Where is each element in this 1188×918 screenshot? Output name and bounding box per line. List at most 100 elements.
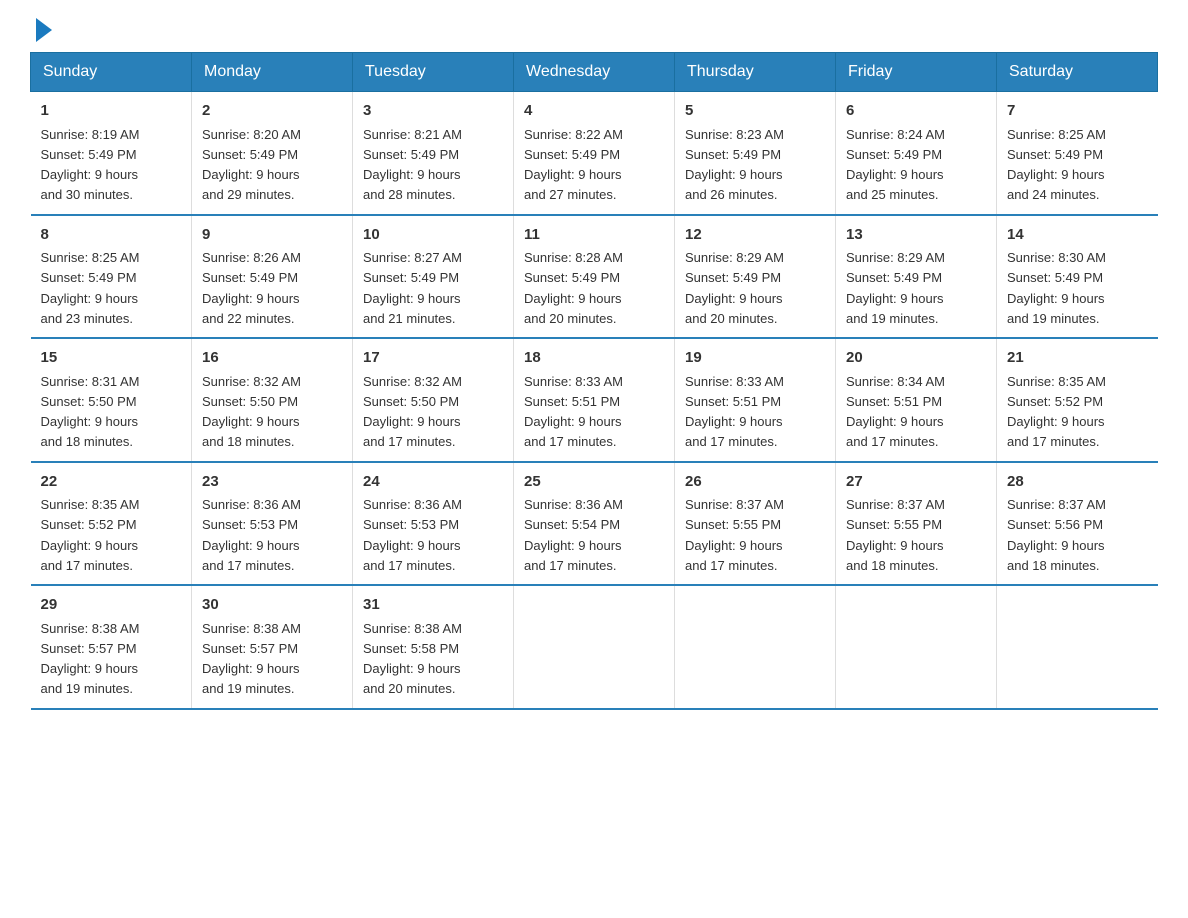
day-number: 11: [524, 224, 664, 247]
calendar-day-cell: 21 Sunrise: 8:35 AMSunset: 5:52 PMDaylig…: [997, 338, 1158, 462]
calendar-day-cell: 26 Sunrise: 8:37 AMSunset: 5:55 PMDaylig…: [675, 462, 836, 586]
day-info: Sunrise: 8:24 AMSunset: 5:49 PMDaylight:…: [846, 127, 945, 203]
day-number: 21: [1007, 347, 1148, 370]
day-number: 4: [524, 100, 664, 123]
day-info: Sunrise: 8:36 AMSunset: 5:54 PMDaylight:…: [524, 497, 623, 573]
calendar-day-cell: 13 Sunrise: 8:29 AMSunset: 5:49 PMDaylig…: [836, 215, 997, 339]
calendar-day-cell: 9 Sunrise: 8:26 AMSunset: 5:49 PMDayligh…: [192, 215, 353, 339]
calendar-day-cell: 29 Sunrise: 8:38 AMSunset: 5:57 PMDaylig…: [31, 585, 192, 709]
day-number: 3: [363, 100, 503, 123]
calendar-day-cell: 15 Sunrise: 8:31 AMSunset: 5:50 PMDaylig…: [31, 338, 192, 462]
day-of-week-header: Friday: [836, 53, 997, 92]
calendar-day-cell: 14 Sunrise: 8:30 AMSunset: 5:49 PMDaylig…: [997, 215, 1158, 339]
calendar-body: 1 Sunrise: 8:19 AMSunset: 5:49 PMDayligh…: [31, 92, 1158, 709]
day-number: 18: [524, 347, 664, 370]
day-info: Sunrise: 8:21 AMSunset: 5:49 PMDaylight:…: [363, 127, 462, 203]
day-info: Sunrise: 8:29 AMSunset: 5:49 PMDaylight:…: [846, 250, 945, 326]
day-number: 31: [363, 594, 503, 617]
day-number: 9: [202, 224, 342, 247]
calendar-day-cell: 11 Sunrise: 8:28 AMSunset: 5:49 PMDaylig…: [514, 215, 675, 339]
calendar-week-row: 1 Sunrise: 8:19 AMSunset: 5:49 PMDayligh…: [31, 92, 1158, 215]
calendar-day-cell: 31 Sunrise: 8:38 AMSunset: 5:58 PMDaylig…: [353, 585, 514, 709]
calendar-week-row: 22 Sunrise: 8:35 AMSunset: 5:52 PMDaylig…: [31, 462, 1158, 586]
day-info: Sunrise: 8:32 AMSunset: 5:50 PMDaylight:…: [363, 374, 462, 450]
day-number: 10: [363, 224, 503, 247]
day-number: 1: [41, 100, 182, 123]
days-of-week-row: SundayMondayTuesdayWednesdayThursdayFrid…: [31, 53, 1158, 92]
day-number: 19: [685, 347, 825, 370]
day-info: Sunrise: 8:37 AMSunset: 5:55 PMDaylight:…: [846, 497, 945, 573]
day-info: Sunrise: 8:37 AMSunset: 5:56 PMDaylight:…: [1007, 497, 1106, 573]
calendar-day-cell: 18 Sunrise: 8:33 AMSunset: 5:51 PMDaylig…: [514, 338, 675, 462]
day-info: Sunrise: 8:37 AMSunset: 5:55 PMDaylight:…: [685, 497, 784, 573]
page-header: [30, 20, 1158, 42]
calendar-week-row: 15 Sunrise: 8:31 AMSunset: 5:50 PMDaylig…: [31, 338, 1158, 462]
day-number: 5: [685, 100, 825, 123]
calendar-day-cell: 3 Sunrise: 8:21 AMSunset: 5:49 PMDayligh…: [353, 92, 514, 215]
day-of-week-header: Saturday: [997, 53, 1158, 92]
day-number: 22: [41, 471, 182, 494]
day-number: 8: [41, 224, 182, 247]
day-info: Sunrise: 8:25 AMSunset: 5:49 PMDaylight:…: [41, 250, 140, 326]
calendar-day-cell: 20 Sunrise: 8:34 AMSunset: 5:51 PMDaylig…: [836, 338, 997, 462]
day-info: Sunrise: 8:38 AMSunset: 5:57 PMDaylight:…: [202, 621, 301, 697]
calendar-day-cell: 23 Sunrise: 8:36 AMSunset: 5:53 PMDaylig…: [192, 462, 353, 586]
day-info: Sunrise: 8:20 AMSunset: 5:49 PMDaylight:…: [202, 127, 301, 203]
day-info: Sunrise: 8:35 AMSunset: 5:52 PMDaylight:…: [41, 497, 140, 573]
day-number: 13: [846, 224, 986, 247]
day-info: Sunrise: 8:25 AMSunset: 5:49 PMDaylight:…: [1007, 127, 1106, 203]
logo: [30, 20, 52, 42]
calendar-day-cell: 7 Sunrise: 8:25 AMSunset: 5:49 PMDayligh…: [997, 92, 1158, 215]
day-number: 15: [41, 347, 182, 370]
day-of-week-header: Monday: [192, 53, 353, 92]
day-info: Sunrise: 8:19 AMSunset: 5:49 PMDaylight:…: [41, 127, 140, 203]
day-info: Sunrise: 8:38 AMSunset: 5:57 PMDaylight:…: [41, 621, 140, 697]
day-of-week-header: Tuesday: [353, 53, 514, 92]
day-number: 20: [846, 347, 986, 370]
day-number: 17: [363, 347, 503, 370]
day-info: Sunrise: 8:29 AMSunset: 5:49 PMDaylight:…: [685, 250, 784, 326]
calendar-day-cell: 24 Sunrise: 8:36 AMSunset: 5:53 PMDaylig…: [353, 462, 514, 586]
day-info: Sunrise: 8:32 AMSunset: 5:50 PMDaylight:…: [202, 374, 301, 450]
day-info: Sunrise: 8:23 AMSunset: 5:49 PMDaylight:…: [685, 127, 784, 203]
day-number: 2: [202, 100, 342, 123]
day-info: Sunrise: 8:36 AMSunset: 5:53 PMDaylight:…: [363, 497, 462, 573]
day-number: 16: [202, 347, 342, 370]
calendar-table: SundayMondayTuesdayWednesdayThursdayFrid…: [30, 52, 1158, 710]
day-number: 12: [685, 224, 825, 247]
logo-arrow-icon: [36, 18, 52, 42]
day-number: 24: [363, 471, 503, 494]
calendar-day-cell: 19 Sunrise: 8:33 AMSunset: 5:51 PMDaylig…: [675, 338, 836, 462]
day-number: 23: [202, 471, 342, 494]
day-info: Sunrise: 8:36 AMSunset: 5:53 PMDaylight:…: [202, 497, 301, 573]
day-number: 14: [1007, 224, 1148, 247]
day-info: Sunrise: 8:34 AMSunset: 5:51 PMDaylight:…: [846, 374, 945, 450]
calendar-day-cell: 27 Sunrise: 8:37 AMSunset: 5:55 PMDaylig…: [836, 462, 997, 586]
calendar-day-cell: [997, 585, 1158, 709]
day-info: Sunrise: 8:33 AMSunset: 5:51 PMDaylight:…: [685, 374, 784, 450]
day-of-week-header: Wednesday: [514, 53, 675, 92]
calendar-day-cell: 8 Sunrise: 8:25 AMSunset: 5:49 PMDayligh…: [31, 215, 192, 339]
day-info: Sunrise: 8:22 AMSunset: 5:49 PMDaylight:…: [524, 127, 623, 203]
day-of-week-header: Thursday: [675, 53, 836, 92]
calendar-day-cell: 6 Sunrise: 8:24 AMSunset: 5:49 PMDayligh…: [836, 92, 997, 215]
calendar-day-cell: 16 Sunrise: 8:32 AMSunset: 5:50 PMDaylig…: [192, 338, 353, 462]
calendar-day-cell: 22 Sunrise: 8:35 AMSunset: 5:52 PMDaylig…: [31, 462, 192, 586]
calendar-day-cell: 30 Sunrise: 8:38 AMSunset: 5:57 PMDaylig…: [192, 585, 353, 709]
calendar-day-cell: [675, 585, 836, 709]
day-number: 28: [1007, 471, 1148, 494]
day-number: 29: [41, 594, 182, 617]
day-number: 27: [846, 471, 986, 494]
day-info: Sunrise: 8:26 AMSunset: 5:49 PMDaylight:…: [202, 250, 301, 326]
calendar-day-cell: [514, 585, 675, 709]
day-of-week-header: Sunday: [31, 53, 192, 92]
day-info: Sunrise: 8:31 AMSunset: 5:50 PMDaylight:…: [41, 374, 140, 450]
day-info: Sunrise: 8:27 AMSunset: 5:49 PMDaylight:…: [363, 250, 462, 326]
calendar-week-row: 8 Sunrise: 8:25 AMSunset: 5:49 PMDayligh…: [31, 215, 1158, 339]
calendar-week-row: 29 Sunrise: 8:38 AMSunset: 5:57 PMDaylig…: [31, 585, 1158, 709]
calendar-day-cell: 17 Sunrise: 8:32 AMSunset: 5:50 PMDaylig…: [353, 338, 514, 462]
calendar-header: SundayMondayTuesdayWednesdayThursdayFrid…: [31, 53, 1158, 92]
calendar-day-cell: 1 Sunrise: 8:19 AMSunset: 5:49 PMDayligh…: [31, 92, 192, 215]
day-info: Sunrise: 8:28 AMSunset: 5:49 PMDaylight:…: [524, 250, 623, 326]
day-number: 25: [524, 471, 664, 494]
